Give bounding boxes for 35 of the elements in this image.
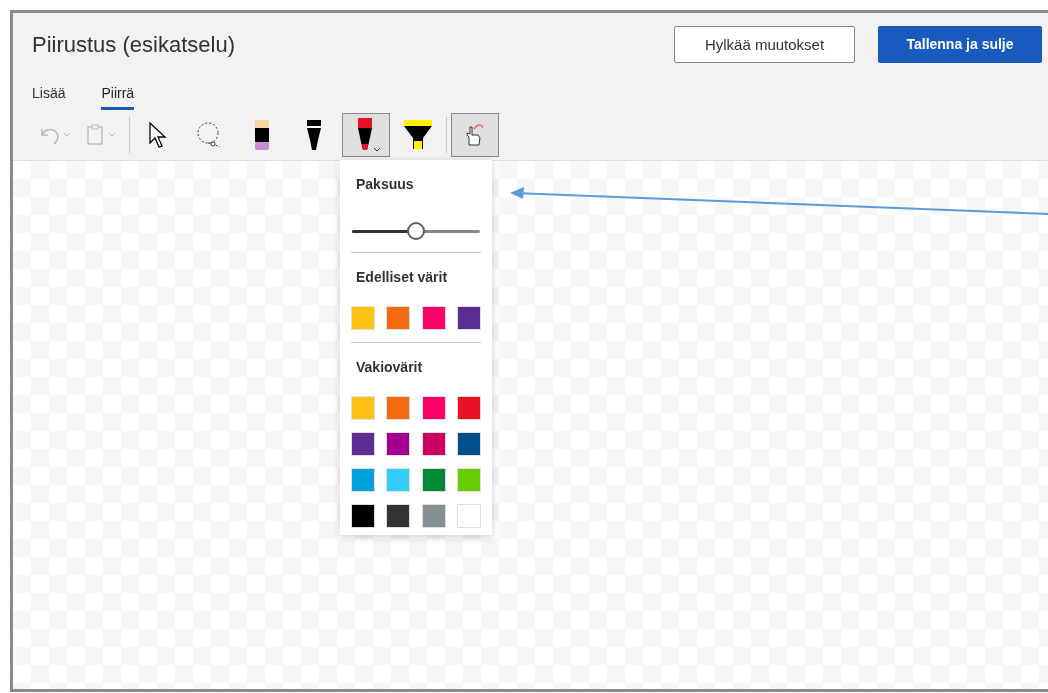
color-swatch[interactable] [421, 468, 446, 492]
color-swatch[interactable] [386, 504, 411, 528]
color-swatch[interactable] [386, 468, 411, 492]
color-swatch[interactable] [386, 432, 411, 456]
color-swatch[interactable] [456, 468, 481, 492]
tab[interactable]: Lisää [32, 83, 66, 111]
section-heading: Vakiovärit [355, 358, 424, 377]
color-swatch[interactable] [456, 432, 481, 456]
color-swatch[interactable] [386, 396, 411, 420]
slider-thumb[interactable] [407, 222, 425, 240]
marker-button[interactable] [342, 113, 390, 158]
color-swatch[interactable] [421, 396, 446, 420]
eraser-icon [253, 119, 271, 152]
section-heading: Paksuus [355, 175, 415, 194]
window-title: Piirustus (esikatselu) [32, 31, 236, 60]
color-swatch[interactable] [456, 306, 481, 330]
color-swatch[interactable] [421, 504, 446, 528]
color-swatch[interactable] [456, 396, 481, 420]
highlighter-icon [403, 119, 433, 152]
save-close-button[interactable]: Tallenna ja sulje [878, 26, 1042, 64]
color-swatch[interactable] [421, 306, 446, 330]
discard-button[interactable]: Hylkää muutokset [674, 26, 855, 64]
color-swatch[interactable] [421, 432, 446, 456]
color-swatch[interactable] [351, 504, 375, 528]
thickness-slider[interactable] [352, 222, 480, 240]
color-swatch[interactable] [351, 396, 375, 420]
color-swatch[interactable] [456, 504, 481, 528]
color-swatch[interactable] [351, 468, 375, 492]
color-swatch[interactable] [386, 306, 411, 330]
tab[interactable]: Piirrä [101, 83, 135, 111]
color-swatch[interactable] [351, 432, 375, 456]
color-swatch[interactable] [351, 306, 375, 330]
section-heading: Edelliset värit [355, 268, 449, 287]
pen-icon [304, 119, 324, 152]
touch-draw-button[interactable] [451, 113, 499, 158]
